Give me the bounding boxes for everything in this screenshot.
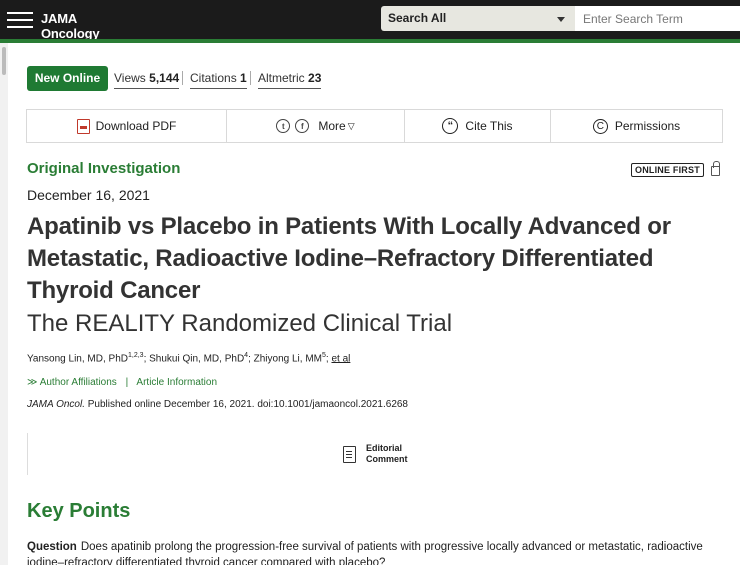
search-input[interactable] bbox=[575, 6, 740, 31]
chevron-down-icon bbox=[557, 17, 565, 22]
views-metric[interactable]: Views 5,144 bbox=[114, 71, 180, 89]
header-accent-rule bbox=[0, 39, 740, 43]
citation-details: Published online December 16, 2021. doi:… bbox=[84, 399, 408, 410]
online-first-badge: ONLINE FIRST bbox=[631, 163, 704, 177]
author-info-links: ≫ Author Affiliations | Article Informat… bbox=[27, 377, 217, 388]
search-scope-select[interactable]: Search All bbox=[381, 6, 575, 31]
metric-divider bbox=[250, 71, 251, 85]
editorial-label-line1: Editorial bbox=[366, 443, 403, 453]
et-al-link[interactable]: et al bbox=[331, 353, 350, 364]
citations-value: 1 bbox=[240, 71, 247, 85]
menu-icon[interactable] bbox=[7, 11, 33, 29]
scrollbar-thumb[interactable] bbox=[2, 47, 6, 75]
quote-icon: “ bbox=[442, 118, 459, 134]
key-points-heading: Key Points bbox=[27, 500, 131, 522]
editorial-comment-link[interactable]: Editorial Comment bbox=[343, 443, 408, 465]
cite-this-button[interactable]: “ Cite This bbox=[405, 110, 550, 142]
article-type: Original Investigation bbox=[27, 160, 181, 177]
caret-down-icon: ▽ bbox=[347, 120, 355, 131]
author-name[interactable]: Zhiyong Li, MM bbox=[254, 353, 322, 364]
publication-date: December 16, 2021 bbox=[27, 187, 150, 203]
cite-this-label: Cite This bbox=[465, 119, 513, 133]
journal-abbreviation: JAMA Oncol. bbox=[27, 399, 85, 410]
more-label: More bbox=[318, 119, 346, 133]
citation-line: JAMA Oncol. Published online December 16… bbox=[27, 399, 408, 410]
unlock-icon bbox=[711, 161, 720, 176]
article-action-bar: Download PDF t f More ▽ “ Cite This C Pe… bbox=[26, 109, 723, 143]
author-name[interactable]: Shukui Qin, MD, PhD bbox=[149, 353, 244, 364]
author-affiliation-marks: 5 bbox=[322, 352, 326, 359]
article-information-link[interactable]: Article Information bbox=[136, 377, 217, 388]
author-name[interactable]: Yansong Lin, MD, PhD bbox=[27, 353, 128, 364]
download-pdf-button[interactable]: Download PDF bbox=[27, 110, 226, 142]
altmetric-label: Altmetric bbox=[258, 71, 305, 85]
author-list: Yansong Lin, MD, PhD1,2,3; Shukui Qin, M… bbox=[27, 352, 351, 365]
permissions-button[interactable]: C Permissions bbox=[551, 110, 722, 142]
article-subtitle: The REALITY Randomized Clinical Trial bbox=[27, 310, 453, 337]
pdf-icon bbox=[76, 118, 90, 134]
brand-block: JAMA Oncology bbox=[0, 0, 137, 41]
question-label: Question bbox=[27, 541, 77, 553]
search-scope-label: Search All bbox=[388, 11, 447, 25]
download-pdf-label: Download PDF bbox=[95, 119, 177, 133]
citations-metric[interactable]: Citations 1 bbox=[190, 71, 247, 89]
altmetric-metric[interactable]: Altmetric 23 bbox=[258, 71, 322, 89]
author-affiliations-link[interactable]: Author Affiliations bbox=[40, 377, 117, 388]
editorial-label-line2: Comment bbox=[366, 454, 408, 464]
editorial-comment-label: Editorial Comment bbox=[366, 443, 408, 465]
twitter-icon[interactable]: t bbox=[276, 119, 291, 133]
citations-label: Citations bbox=[190, 71, 237, 85]
double-chevron-right-icon: ≫ bbox=[27, 377, 38, 388]
views-value: 5,144 bbox=[149, 71, 180, 85]
permissions-label: Permissions bbox=[614, 119, 681, 133]
author-affiliation-marks: 1,2,3 bbox=[127, 352, 144, 359]
related-content-divider bbox=[27, 433, 28, 475]
article-title: Apatinib vs Placebo in Patients With Loc… bbox=[27, 213, 671, 304]
metric-divider bbox=[182, 71, 183, 85]
author-affiliation-marks: 4 bbox=[244, 352, 249, 359]
top-bar: JAMA Oncology Search All bbox=[0, 0, 740, 41]
copyright-icon: C bbox=[592, 118, 608, 134]
facebook-icon[interactable]: f bbox=[295, 119, 310, 133]
journal-logo[interactable]: JAMA Oncology bbox=[41, 11, 137, 41]
views-label: Views bbox=[114, 71, 146, 85]
link-divider: | bbox=[125, 377, 129, 388]
share-more-button[interactable]: t f More ▽ bbox=[227, 110, 404, 142]
question-text: Does apatinib prolong the progression-fr… bbox=[27, 541, 703, 565]
key-points-question: Question Does apatinib prolong the progre… bbox=[27, 539, 727, 565]
altmetric-value: 23 bbox=[308, 71, 322, 85]
document-icon bbox=[343, 445, 356, 463]
scrollbar[interactable] bbox=[0, 43, 8, 565]
new-online-badge[interactable]: New Online bbox=[27, 66, 108, 91]
